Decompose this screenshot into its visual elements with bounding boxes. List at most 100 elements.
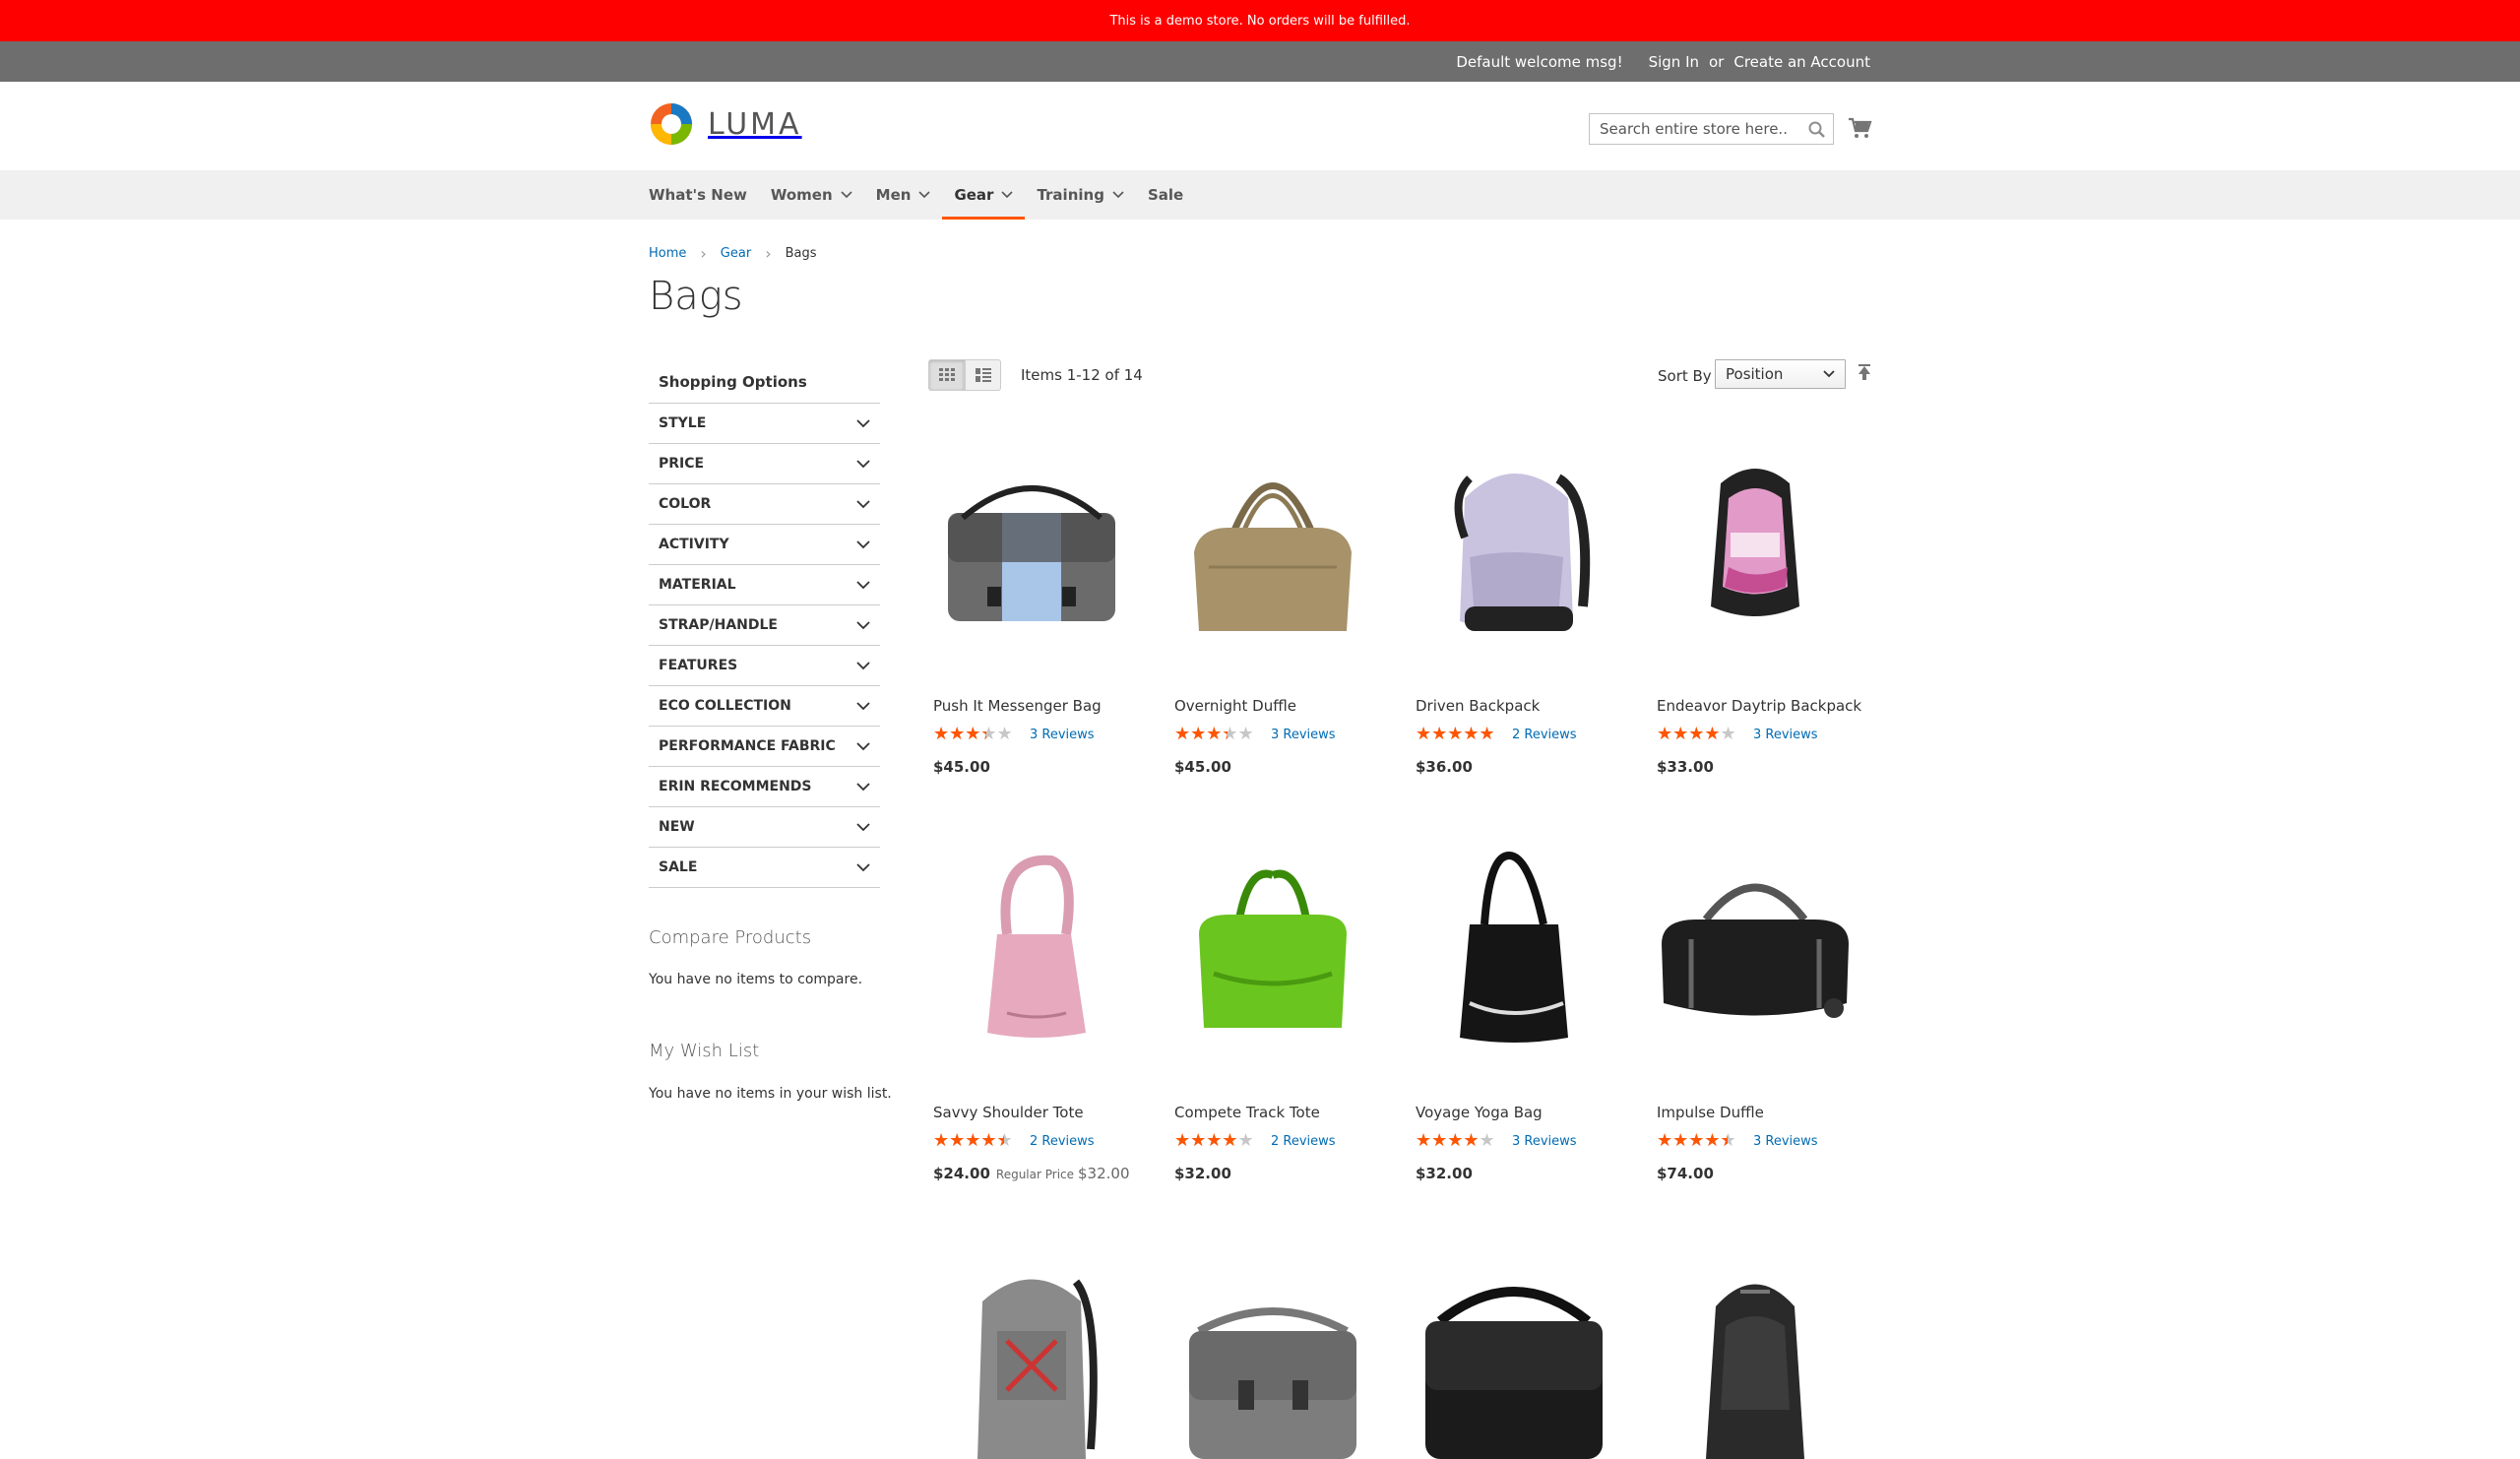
product-name-link[interactable]: Savvy Shoulder Tote (933, 1104, 1084, 1121)
search-icon[interactable] (1807, 120, 1827, 140)
rating-stars: ★★★★★★★★★★ (1657, 726, 1736, 743)
product-price: $24.00 Regular Price $32.00 (933, 1165, 1130, 1182)
logo[interactable]: LUMA (649, 101, 802, 147)
filter-activity[interactable]: ACTIVITY (649, 525, 880, 565)
reviews-link[interactable]: 3 Reviews (1271, 728, 1336, 742)
product-name-link[interactable]: Driven Backpack (1416, 697, 1540, 715)
chevron-down-icon (856, 701, 870, 710)
filter-material[interactable]: MATERIAL (649, 565, 880, 605)
product-price: $32.00 (1416, 1165, 1473, 1182)
product-image[interactable] (928, 1252, 1135, 1459)
sort-by-select[interactable]: Position (1715, 359, 1846, 389)
filter-color[interactable]: COLOR (649, 484, 880, 525)
product-item: Savvy Shoulder Tote ★★★★★★★★★★ 2 Reviews $2… (928, 846, 1155, 1182)
final-price: $24.00 (933, 1165, 990, 1182)
breadcrumb-gear[interactable]: Gear (721, 246, 751, 261)
filter-style[interactable]: STYLE (649, 404, 880, 444)
product-name-link[interactable]: Overnight Duffle (1174, 697, 1296, 715)
sort-direction-icon[interactable] (1857, 363, 1872, 383)
chevron-down-icon (1112, 191, 1124, 199)
product-name-link[interactable]: Push It Messenger Bag (933, 697, 1102, 715)
reviews-link[interactable]: 2 Reviews (1512, 728, 1577, 742)
header: LUMA (0, 82, 2520, 170)
nav-item-label: Men (875, 186, 912, 204)
page-title: Bags (649, 274, 743, 319)
cart-icon[interactable] (1847, 115, 1872, 141)
reviews-link[interactable]: 2 Reviews (1030, 1134, 1095, 1149)
grid-view-button[interactable] (928, 359, 965, 391)
compare-products-title: Compare Products (649, 927, 812, 948)
product-name-link[interactable]: Compete Track Tote (1174, 1104, 1320, 1121)
filter-eco-collection[interactable]: ECO COLLECTION (649, 686, 880, 727)
product-item (1411, 1252, 1637, 1459)
product-image[interactable] (1652, 439, 1858, 646)
filter-erin-recommends[interactable]: ERIN RECOMMENDS (649, 767, 880, 807)
backpack-lavender-image (1454, 474, 1591, 631)
messenger-black-image (1425, 1287, 1603, 1459)
nav-item-label: Sale (1147, 186, 1184, 204)
product-price: $45.00 (1174, 758, 1231, 776)
product-name-link[interactable]: Endeavor Daytrip Backpack (1657, 697, 1861, 715)
sort-by-value: Position (1726, 365, 1784, 383)
product-price: $45.00 (933, 758, 990, 776)
filter-sale[interactable]: SALE (649, 848, 880, 888)
create-account-link[interactable]: Create an Account (1733, 53, 1870, 71)
product-name-link[interactable]: Voyage Yoga Bag (1416, 1104, 1543, 1121)
reviews-link[interactable]: 2 Reviews (1271, 1134, 1336, 1149)
product-item: Compete Track Tote ★★★★★★★★★★ 2 Reviews $32… (1169, 846, 1396, 1182)
nav-item-sale[interactable]: Sale (1136, 170, 1195, 220)
nav-item-what-s-new[interactable]: What's New (649, 170, 759, 220)
product-item (1169, 1252, 1396, 1459)
product-price: $32.00 (1174, 1165, 1231, 1182)
reviews-link[interactable]: 3 Reviews (1030, 728, 1095, 742)
product-image[interactable] (1169, 439, 1376, 646)
reviews-link[interactable]: 3 Reviews (1512, 1134, 1577, 1149)
sign-in-link[interactable]: Sign In (1649, 53, 1699, 71)
rating-stars: ★★★★★★★★★★ (1174, 726, 1254, 743)
shopping-options-title: Shopping Options (649, 360, 880, 404)
main-navigation: What's New Women Men Gear Training Sale (0, 170, 2520, 220)
nav-item-gear[interactable]: Gear (942, 170, 1026, 220)
product-item: Overnight Duffle ★★★★★★★★★★ 3 Reviews $45.0… (1169, 439, 1396, 776)
filter-label: COLOR (659, 496, 712, 512)
product-price: $36.00 (1416, 758, 1473, 776)
chevron-down-icon (841, 191, 852, 199)
nav-item-training[interactable]: Training (1025, 170, 1135, 220)
search-input[interactable] (1590, 114, 1796, 144)
breadcrumb-home[interactable]: Home (649, 246, 686, 261)
filter-new[interactable]: NEW (649, 807, 880, 848)
filter-price[interactable]: PRICE (649, 444, 880, 484)
product-image[interactable] (1169, 1252, 1376, 1459)
chevron-down-icon (856, 580, 870, 589)
product-image[interactable] (1169, 846, 1376, 1052)
wishlist-title: My Wish List (649, 1041, 760, 1061)
product-name-link[interactable]: Impulse Duffle (1657, 1104, 1764, 1121)
product-image[interactable] (928, 846, 1135, 1052)
reviews-link[interactable]: 3 Reviews (1753, 1134, 1818, 1149)
product-image[interactable] (1652, 846, 1858, 1052)
product-item (1652, 1252, 1878, 1459)
product-price: $33.00 (1657, 758, 1714, 776)
list-view-button[interactable] (965, 359, 1001, 391)
product-image[interactable] (1411, 439, 1617, 646)
filter-performance-fabric[interactable]: PERFORMANCE FABRIC (649, 727, 880, 767)
reviews-link[interactable]: 3 Reviews (1753, 728, 1818, 742)
product-image[interactable] (1411, 846, 1617, 1052)
messenger-gray-image (1189, 1307, 1356, 1459)
chevron-right-icon: › (765, 244, 772, 263)
product-image[interactable] (1652, 1252, 1858, 1459)
product-image[interactable] (928, 439, 1135, 646)
nav-item-women[interactable]: Women (759, 170, 864, 220)
rating-stars: ★★★★★★★★★★ (1174, 1132, 1254, 1150)
tote-pink-image (987, 855, 1086, 1038)
rating-stars: ★★★★★★★★★★ (933, 726, 1013, 743)
filter-strap-handle[interactable]: STRAP/HANDLE (649, 605, 880, 646)
nav-item-label: Gear (954, 186, 994, 204)
grid-icon (938, 368, 955, 381)
filter-features[interactable]: FEATURES (649, 646, 880, 686)
product-image[interactable] (1411, 1252, 1617, 1459)
chevron-down-icon (856, 499, 870, 508)
filter-label: NEW (659, 819, 695, 835)
nav-item-men[interactable]: Men (864, 170, 943, 220)
filter-label: PRICE (659, 456, 705, 472)
